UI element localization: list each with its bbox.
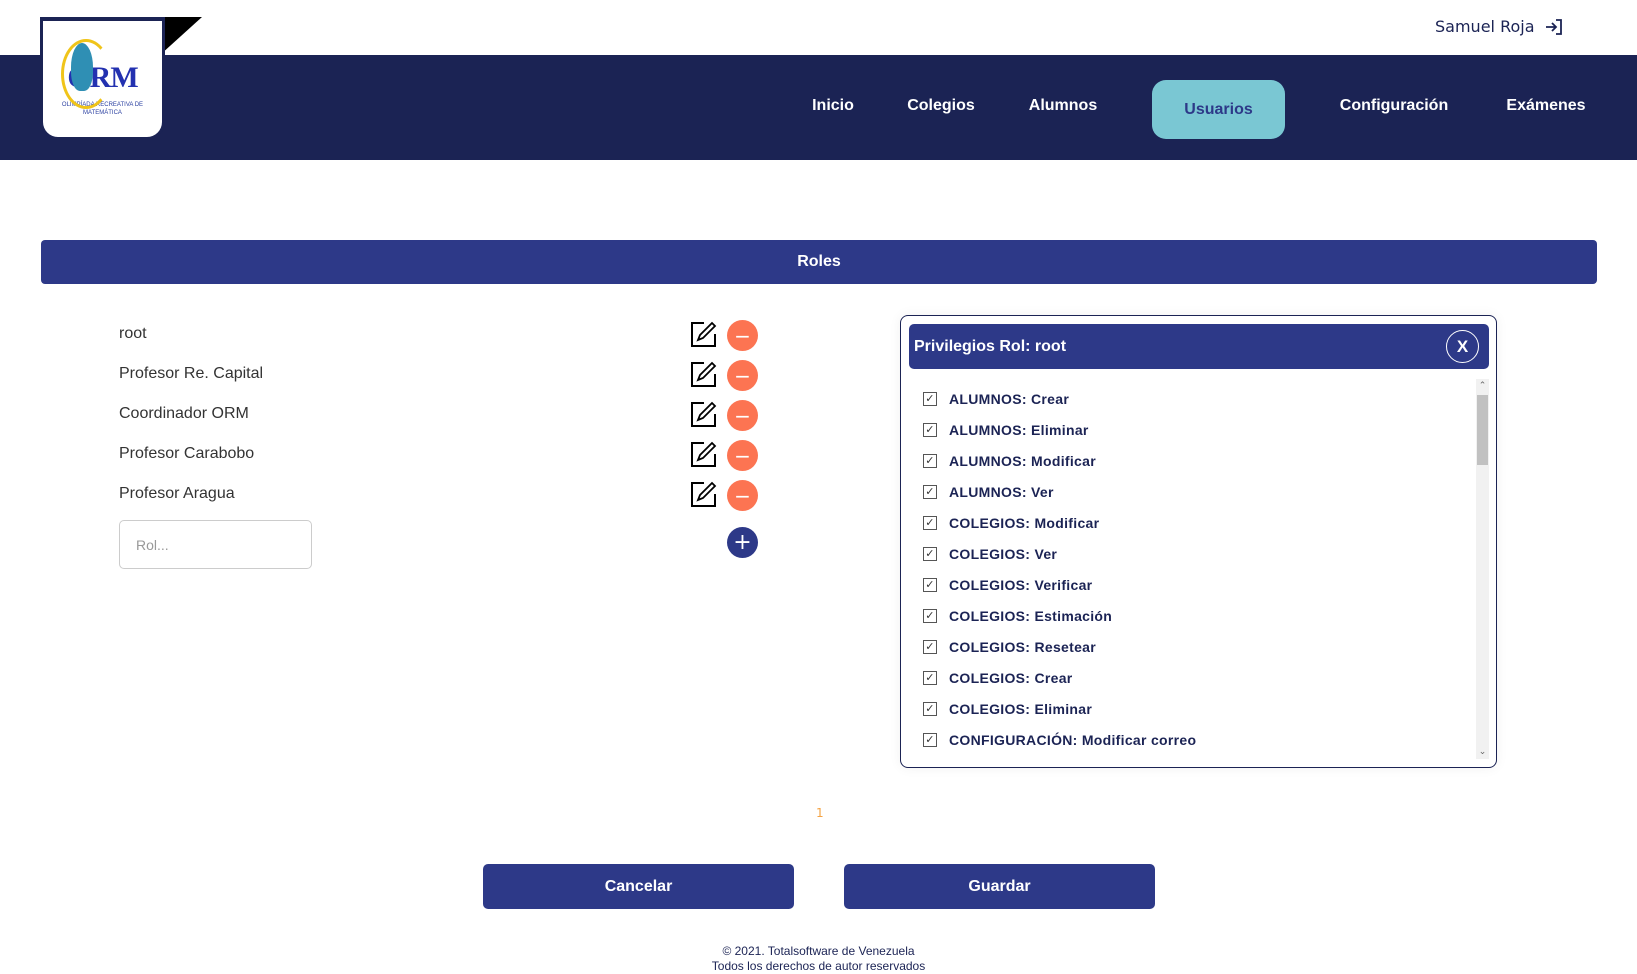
scroll-up-arrow-icon[interactable]: ⌃: [1476, 381, 1489, 391]
nav-alumnos[interactable]: Alumnos: [1029, 97, 1097, 115]
edit-icon[interactable]: [690, 441, 717, 468]
privilege-label: COLEGIOS: Eliminar: [949, 701, 1093, 717]
privilege-item[interactable]: ✓ COLEGIOS: Crear: [923, 670, 1073, 686]
privilege-label: COLEGIOS: Modificar: [949, 515, 1100, 531]
privilege-checkbox[interactable]: ✓: [923, 392, 937, 406]
privilege-checkbox[interactable]: ✓: [923, 423, 937, 437]
privilege-item[interactable]: ✓ ALUMNOS: Ver: [923, 484, 1054, 500]
scrollbar-thumb[interactable]: [1477, 395, 1488, 465]
role-name[interactable]: Coordinador ORM: [119, 405, 249, 423]
logo-shell-icon: [71, 43, 93, 91]
new-role-input[interactable]: [119, 520, 312, 569]
edit-icon[interactable]: [690, 401, 717, 428]
privilege-label: COLEGIOS: Verificar: [949, 577, 1093, 593]
minus-icon: −: [734, 483, 751, 508]
role-name[interactable]: Profesor Aragua: [119, 485, 235, 503]
user-menu[interactable]: Samuel Roja: [1435, 17, 1563, 36]
scroll-down-arrow-icon[interactable]: ⌄: [1476, 747, 1489, 757]
roles-header: Roles: [41, 240, 1597, 284]
nav-colegios[interactable]: Colegios: [907, 97, 975, 115]
nav-configuracion[interactable]: Configuración: [1340, 97, 1448, 115]
user-name: Samuel Roja: [1435, 17, 1535, 36]
privilege-label: ALUMNOS: Crear: [949, 391, 1070, 407]
privilege-checkbox[interactable]: ✓: [923, 702, 937, 716]
edit-icon[interactable]: [690, 321, 717, 348]
edit-icon[interactable]: [690, 481, 717, 508]
delete-role-button[interactable]: −: [727, 400, 758, 431]
privilege-label: CONFIGURACIÓN: Modificar correo: [949, 732, 1197, 748]
delete-role-button[interactable]: −: [727, 480, 758, 511]
privilege-item[interactable]: ✓ COLEGIOS: Estimación: [923, 608, 1112, 624]
page-number[interactable]: 1: [816, 806, 824, 820]
plus-icon: +: [733, 529, 752, 555]
privilege-item[interactable]: ✓ COLEGIOS: Ver: [923, 546, 1057, 562]
edit-icon[interactable]: [690, 361, 717, 388]
minus-icon: −: [734, 363, 751, 388]
privilege-label: ALUMNOS: Eliminar: [949, 422, 1089, 438]
delete-role-button[interactable]: −: [727, 360, 758, 391]
role-name[interactable]: root: [119, 325, 147, 343]
delete-role-button[interactable]: −: [727, 320, 758, 351]
privileges-panel: Privilegios Rol: root X ⌃ ⌄ ✓ ALUMNOS: C…: [900, 315, 1497, 768]
privilege-checkbox[interactable]: ✓: [923, 578, 937, 592]
privilege-item[interactable]: ✓ COLEGIOS: Verificar: [923, 577, 1092, 593]
cancel-button[interactable]: Cancelar: [483, 864, 794, 909]
nav-usuarios[interactable]: Usuarios: [1152, 80, 1285, 139]
close-button[interactable]: X: [1446, 330, 1479, 363]
privileges-header: Privilegios Rol: root X: [909, 324, 1489, 369]
privilege-item[interactable]: ✓ COLEGIOS: Resetear: [923, 639, 1096, 655]
role-name[interactable]: Profesor Carabobo: [119, 445, 254, 463]
save-button[interactable]: Guardar: [844, 864, 1155, 909]
privilege-item[interactable]: ✓ CONFIGURACIÓN: Modificar correo: [923, 732, 1196, 748]
orm-logo[interactable]: ORM OLIMPÍADA RECREATIVA DE MATEMÁTICA: [40, 17, 165, 140]
privilege-label: COLEGIOS: Crear: [949, 670, 1073, 686]
privilege-checkbox[interactable]: ✓: [923, 547, 937, 561]
privilege-item[interactable]: ✓ ALUMNOS: Crear: [923, 391, 1069, 407]
footer: © 2021. Totalsoftware de Venezuela Todos…: [0, 944, 1637, 974]
footer-copyright: © 2021. Totalsoftware de Venezuela: [722, 944, 915, 958]
privilege-label: COLEGIOS: Estimación: [949, 608, 1113, 624]
privilege-label: COLEGIOS: Ver: [949, 546, 1058, 562]
privilege-label: COLEGIOS: Resetear: [949, 639, 1096, 655]
logo-fold-decoration: [160, 17, 202, 55]
privilege-checkbox[interactable]: ✓: [923, 485, 937, 499]
privileges-list: ⌃ ⌄ ✓ ALUMNOS: Crear ✓ ALUMNOS: Eliminar…: [909, 379, 1489, 759]
close-icon: X: [1456, 336, 1469, 356]
privilege-checkbox[interactable]: ✓: [923, 733, 937, 747]
delete-role-button[interactable]: −: [727, 440, 758, 471]
privilege-checkbox[interactable]: ✓: [923, 454, 937, 468]
nav-inicio[interactable]: Inicio: [812, 97, 854, 115]
add-role-button[interactable]: +: [727, 527, 758, 558]
privilege-checkbox[interactable]: ✓: [923, 671, 937, 685]
scrollbar[interactable]: ⌃ ⌄: [1476, 379, 1489, 759]
minus-icon: −: [734, 323, 751, 348]
nav-examenes[interactable]: Exámenes: [1506, 97, 1585, 115]
privilege-item[interactable]: ✓ COLEGIOS: Eliminar: [923, 701, 1092, 717]
privileges-title: Privilegios Rol: root: [914, 337, 1067, 355]
privilege-item[interactable]: ✓ ALUMNOS: Eliminar: [923, 422, 1089, 438]
privilege-label: ALUMNOS: Modificar: [949, 453, 1096, 469]
minus-icon: −: [734, 403, 751, 428]
logo-subtitle: OLIMPÍADA RECREATIVA DE MATEMÁTICA: [61, 102, 144, 116]
privilege-checkbox[interactable]: ✓: [923, 640, 937, 654]
privilege-checkbox[interactable]: ✓: [923, 516, 937, 530]
privilege-item[interactable]: ✓ ALUMNOS: Modificar: [923, 453, 1096, 469]
privilege-label: ALUMNOS: Ver: [949, 484, 1054, 500]
role-name[interactable]: Profesor Re. Capital: [119, 365, 263, 383]
privilege-checkbox[interactable]: ✓: [923, 609, 937, 623]
privilege-item[interactable]: ✓ COLEGIOS: Modificar: [923, 515, 1099, 531]
logout-icon[interactable]: [1545, 18, 1563, 36]
minus-icon: −: [734, 443, 751, 468]
